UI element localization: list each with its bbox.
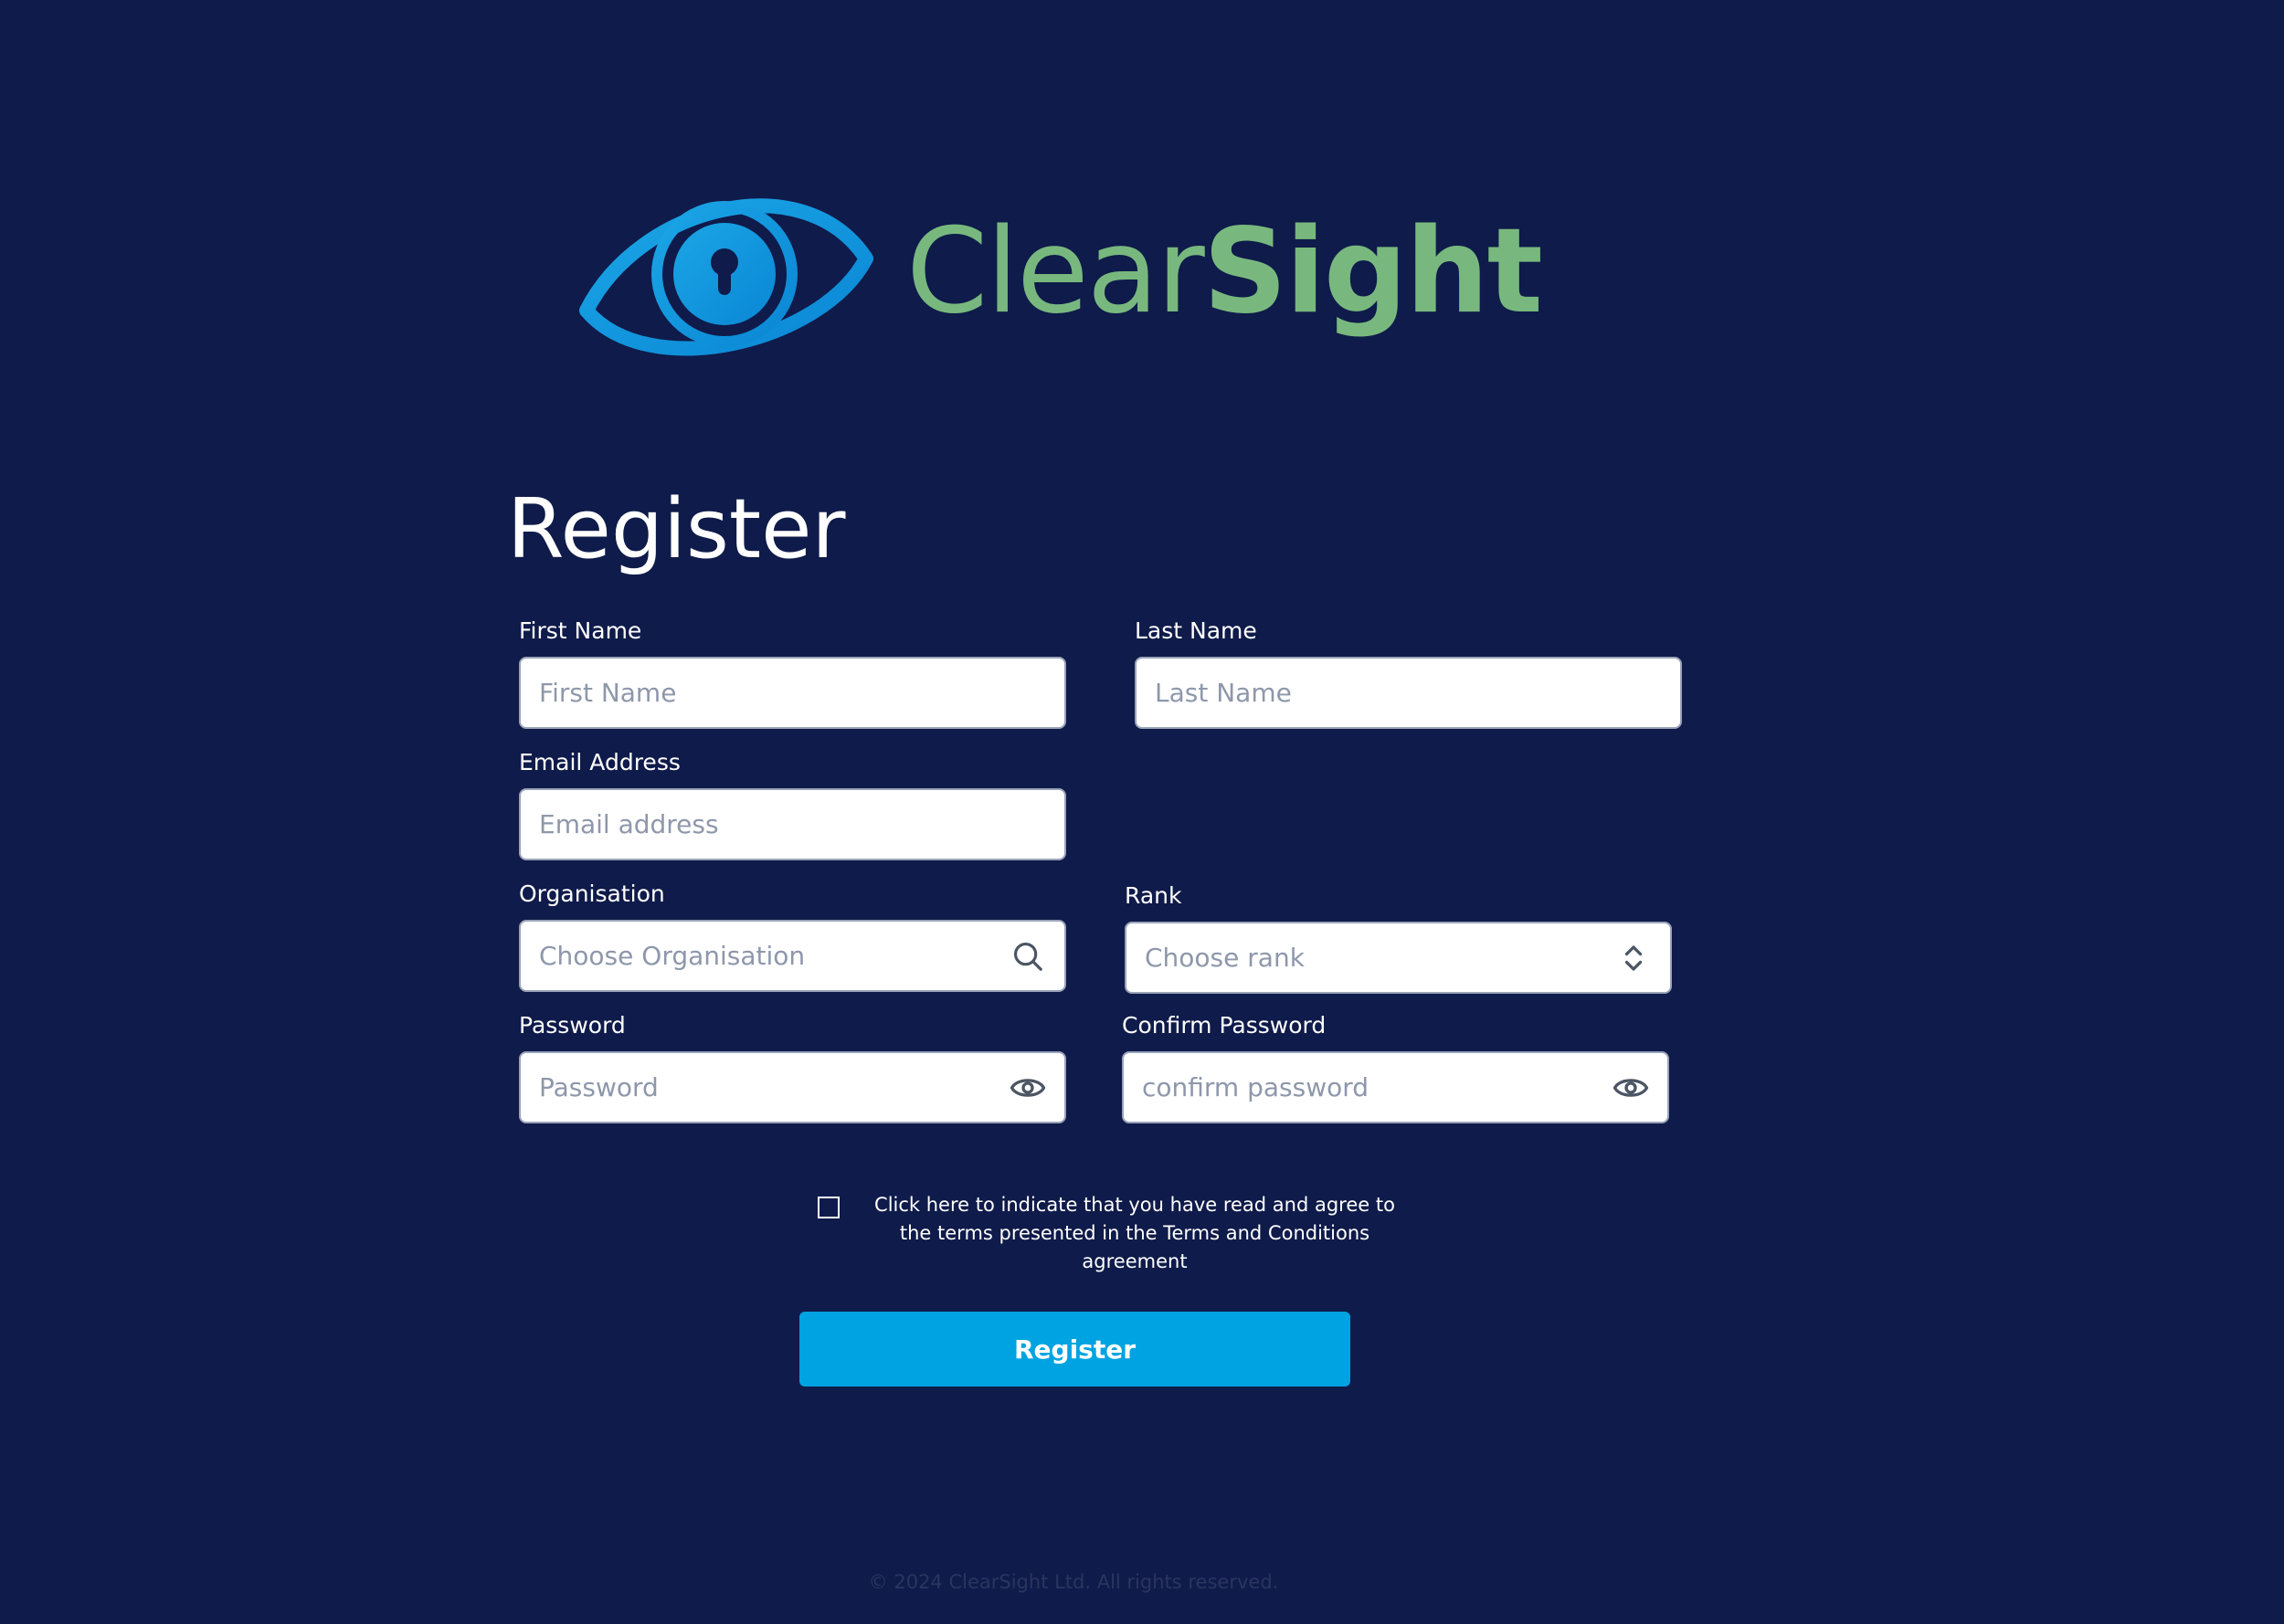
email-input[interactable] bbox=[521, 790, 1064, 859]
organisation-label: Organisation bbox=[519, 881, 665, 907]
rank-select[interactable] bbox=[1125, 922, 1672, 994]
last-name-label: Last Name bbox=[1135, 617, 1257, 644]
confirm-password-input[interactable] bbox=[1124, 1053, 1667, 1122]
eye-keyhole-logo-icon bbox=[579, 198, 873, 356]
first-name-input[interactable] bbox=[521, 659, 1064, 727]
terms-agreement: Click here to indicate that you have rea… bbox=[818, 1191, 1413, 1276]
first-name-field bbox=[519, 657, 1066, 729]
password-label: Password bbox=[519, 1012, 626, 1039]
password-field bbox=[519, 1051, 1066, 1123]
brand-name: ClearSight bbox=[906, 199, 1543, 345]
register-button[interactable]: Register bbox=[799, 1312, 1350, 1387]
brand-name-bold: Sight bbox=[1202, 204, 1543, 340]
brand-name-light: Clear bbox=[906, 204, 1205, 340]
rank-select-input[interactable] bbox=[1126, 923, 1670, 992]
last-name-field bbox=[1135, 657, 1682, 729]
search-icon[interactable] bbox=[1010, 938, 1046, 975]
page-title: Register bbox=[507, 481, 846, 577]
email-label: Email Address bbox=[519, 749, 681, 775]
organisation-field bbox=[519, 920, 1066, 992]
eye-icon[interactable] bbox=[1010, 1070, 1046, 1106]
email-field bbox=[519, 788, 1066, 860]
confirm-password-field bbox=[1122, 1051, 1669, 1123]
chevron-up-down-icon[interactable] bbox=[1615, 940, 1652, 976]
footer-copyright: © 2024 ClearSight Ltd. All rights reserv… bbox=[868, 1571, 1279, 1593]
eye-icon[interactable] bbox=[1613, 1070, 1649, 1106]
confirm-password-label: Confirm Password bbox=[1122, 1012, 1327, 1039]
terms-checkbox[interactable] bbox=[818, 1197, 840, 1218]
organisation-search-input[interactable] bbox=[521, 922, 1064, 990]
rank-label: Rank bbox=[1125, 882, 1182, 909]
password-input[interactable] bbox=[521, 1053, 1064, 1122]
terms-text[interactable]: Click here to indicate that you have rea… bbox=[856, 1191, 1413, 1276]
first-name-label: First Name bbox=[519, 617, 642, 644]
last-name-input[interactable] bbox=[1137, 659, 1680, 727]
